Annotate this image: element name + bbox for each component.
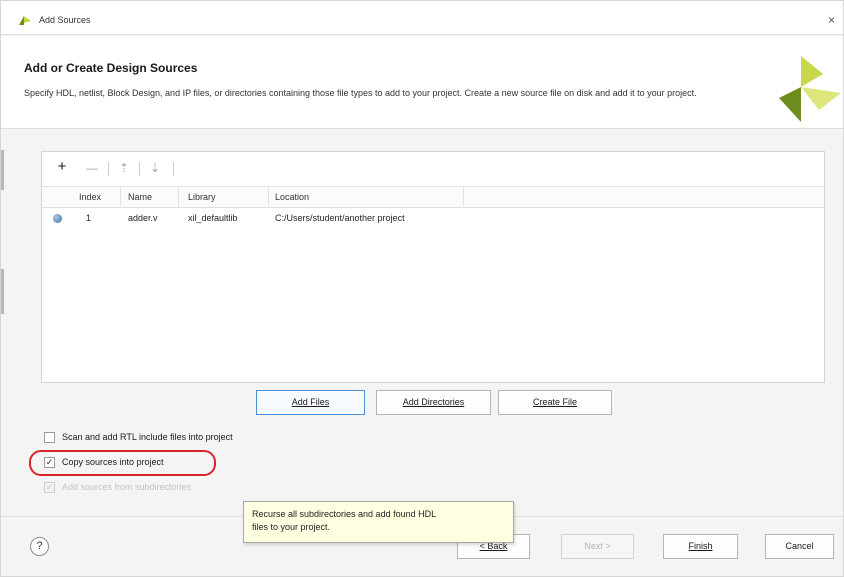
page-header: Add or Create Design Sources Specify HDL… bbox=[1, 36, 843, 129]
tooltip-line-1: Recurse all subdirectories and add found… bbox=[252, 509, 437, 519]
add-files-label: Add Files bbox=[291, 397, 330, 407]
finish-label: Finish bbox=[688, 541, 713, 551]
window-title: Add Sources bbox=[39, 15, 91, 25]
annotation-highlight bbox=[29, 450, 216, 476]
edge-marker bbox=[1, 269, 4, 314]
add-subdirs-option: ✓ Add sources from subdirectories bbox=[44, 481, 264, 497]
page-description: Specify HDL, netlist, Block Design, and … bbox=[24, 88, 697, 98]
vivado-app-icon bbox=[19, 16, 31, 25]
sources-toolbar: + — ⇡ ⇣ bbox=[42, 152, 824, 186]
toolbar-divider bbox=[108, 162, 109, 176]
create-file-button[interactable]: Create File bbox=[498, 390, 612, 415]
title-bar: Add Sources × bbox=[1, 1, 843, 35]
arrow-down-icon[interactable]: ⇣ bbox=[145, 161, 165, 183]
scan-rtl-label: Scan and add RTL include files into proj… bbox=[62, 432, 233, 442]
finish-button[interactable]: Finish bbox=[663, 534, 738, 559]
add-directories-button[interactable]: Add Directories bbox=[376, 390, 491, 415]
scan-rtl-checkbox[interactable] bbox=[44, 432, 55, 443]
add-subdirs-label: Add sources from subdirectories bbox=[62, 482, 192, 492]
next-button: Next > bbox=[561, 534, 634, 559]
add-files-button[interactable]: Add Files bbox=[256, 390, 365, 415]
table-row[interactable]: 1 adder.v xil_defaultlib C:/Users/studen… bbox=[42, 209, 824, 229]
cancel-label: Cancel bbox=[785, 541, 814, 551]
cancel-button[interactable]: Cancel bbox=[765, 534, 834, 559]
table-header: Index Name Library Location bbox=[42, 186, 824, 208]
close-icon[interactable]: × bbox=[828, 13, 835, 27]
column-divider bbox=[178, 187, 179, 208]
column-divider bbox=[463, 187, 464, 208]
cell-location: C:/Users/student/another project bbox=[275, 213, 405, 223]
column-divider bbox=[268, 187, 269, 208]
help-icon[interactable]: ? bbox=[30, 537, 49, 556]
toolbar-divider bbox=[173, 162, 174, 176]
column-divider bbox=[120, 187, 121, 208]
cell-index: 1 bbox=[86, 213, 92, 223]
plus-icon[interactable]: + bbox=[52, 158, 72, 180]
create-file-label: Create File bbox=[532, 397, 577, 407]
cell-library: xil_defaultlib bbox=[188, 213, 238, 223]
minus-icon[interactable]: — bbox=[82, 161, 102, 183]
add-sources-dialog: Add Sources × Add or Create Design Sourc… bbox=[0, 0, 844, 577]
tooltip: Recurse all subdirectories and add found… bbox=[243, 501, 514, 543]
add-subdirs-checkbox: ✓ bbox=[44, 482, 55, 493]
edge-marker bbox=[1, 150, 4, 190]
column-index[interactable]: Index bbox=[79, 192, 101, 202]
sources-panel: + — ⇡ ⇣ Index Name Library Location 1 ad… bbox=[41, 151, 825, 383]
add-directories-label: Add Directories bbox=[402, 397, 465, 407]
toolbar-divider bbox=[139, 162, 140, 176]
status-dot-icon bbox=[53, 214, 62, 223]
tooltip-line-2: files to your project. bbox=[252, 522, 331, 532]
column-name[interactable]: Name bbox=[128, 192, 152, 202]
column-library[interactable]: Library bbox=[188, 192, 216, 202]
arrow-up-icon[interactable]: ⇡ bbox=[114, 161, 134, 183]
page-title: Add or Create Design Sources bbox=[24, 61, 198, 75]
scan-rtl-option[interactable]: Scan and add RTL include files into proj… bbox=[44, 431, 344, 447]
vivado-logo-icon bbox=[779, 56, 841, 122]
cell-name: adder.v bbox=[128, 213, 158, 223]
column-location[interactable]: Location bbox=[275, 192, 309, 202]
next-label: Next > bbox=[584, 541, 611, 551]
